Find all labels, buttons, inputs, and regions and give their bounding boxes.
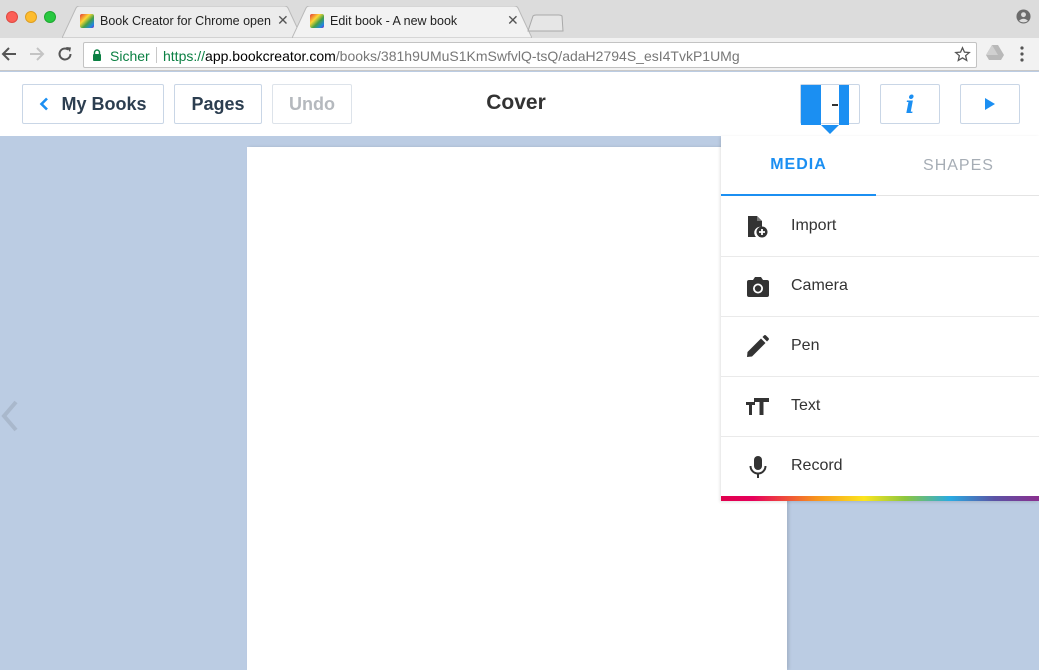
pages-label: Pages: [191, 93, 245, 114]
close-tab-icon[interactable]: ✕: [277, 12, 289, 29]
browser-tab-edit-book[interactable]: Edit book - A new book ✕: [292, 6, 532, 38]
secure-label: Sicher: [110, 48, 150, 64]
add-button-glyph: [832, 104, 838, 106]
play-button[interactable]: [960, 84, 1020, 124]
pen-icon: [747, 335, 769, 357]
import-file-icon: [748, 216, 768, 238]
my-books-label: My Books: [61, 93, 147, 114]
book-creator-favicon-icon: [80, 14, 94, 28]
tab-media[interactable]: MEDIA: [721, 136, 876, 196]
browser-tab-book-creator[interactable]: Book Creator for Chrome open ✕: [62, 6, 302, 38]
reload-icon[interactable]: [55, 44, 75, 64]
page-title: Cover: [486, 91, 546, 114]
play-icon: [985, 98, 995, 110]
profile-icon[interactable]: [1016, 9, 1031, 24]
lock-icon: [93, 49, 101, 61]
new-tab-button[interactable]: [527, 14, 565, 32]
tab-shapes[interactable]: SHAPES: [881, 136, 1036, 196]
media-item-import[interactable]: Import: [721, 197, 1039, 257]
text-label: Text: [791, 397, 821, 414]
address-separator: [156, 47, 157, 63]
pages-button[interactable]: Pages: [174, 84, 262, 124]
forward-arrow-icon[interactable]: [26, 44, 46, 64]
tab-title: Book Creator for Chrome open: [100, 14, 271, 28]
record-label: Record: [791, 457, 843, 474]
close-window-button[interactable]: [6, 11, 18, 23]
media-item-pen[interactable]: Pen: [721, 317, 1039, 377]
previous-page-chevron-icon[interactable]: [0, 400, 20, 432]
maximize-window-button[interactable]: [44, 11, 56, 23]
pen-label: Pen: [791, 337, 820, 354]
browser-menu-icon[interactable]: [1017, 45, 1027, 63]
camera-label: Camera: [791, 277, 848, 294]
add-button-highlight: [801, 85, 821, 125]
url-path: /books/381h9UMuS1KmSwfvlQ-tsQ/adaH2794S_…: [335, 48, 740, 64]
book-page-canvas[interactable]: [247, 147, 787, 670]
back-arrow-icon[interactable]: [0, 44, 20, 64]
drive-extension-icon[interactable]: [986, 44, 1004, 60]
browser-toolbar: Sicher https://app.bookcreator.com/books…: [0, 38, 1039, 71]
media-item-record[interactable]: Record: [721, 437, 1039, 497]
add-button-highlight: [839, 85, 849, 125]
caret-down-icon: [821, 125, 839, 134]
url-scheme: https://: [163, 48, 206, 64]
info-button[interactable]: i: [880, 84, 940, 124]
import-label: Import: [791, 217, 837, 234]
undo-label: Undo: [289, 93, 335, 114]
close-tab-icon[interactable]: ✕: [507, 12, 519, 29]
text-icon: [746, 398, 769, 415]
url-text[interactable]: https://app.bookcreator.com/books/381h9U…: [163, 48, 740, 64]
media-item-camera[interactable]: Camera: [721, 257, 1039, 317]
panel-tabs: MEDIA SHAPES: [721, 136, 1039, 196]
bookmark-star-icon[interactable]: [954, 46, 971, 63]
add-content-button[interactable]: [800, 84, 860, 134]
book-creator-favicon-icon: [310, 14, 324, 28]
rainbow-divider: [721, 496, 1039, 501]
camera-icon: [747, 277, 769, 297]
microphone-icon: [749, 456, 767, 478]
tab-title: Edit book - A new book: [330, 14, 458, 28]
chevron-left-icon: [40, 97, 49, 111]
info-icon: i: [905, 89, 915, 119]
media-panel: MEDIA SHAPES Import Camera Pen Text Reco…: [721, 136, 1039, 501]
media-item-text[interactable]: Text: [721, 377, 1039, 437]
address-bar[interactable]: Sicher https://app.bookcreator.com/books…: [83, 42, 977, 68]
my-books-button[interactable]: My Books: [22, 84, 164, 124]
editor-header: My Books Pages Undo Cover i: [0, 72, 1039, 136]
minimize-window-button[interactable]: [25, 11, 37, 23]
browser-tab-strip: Book Creator for Chrome open ✕ Edit book…: [0, 0, 1039, 38]
undo-button[interactable]: Undo: [272, 84, 352, 124]
url-host: app.bookcreator.com: [205, 48, 336, 64]
